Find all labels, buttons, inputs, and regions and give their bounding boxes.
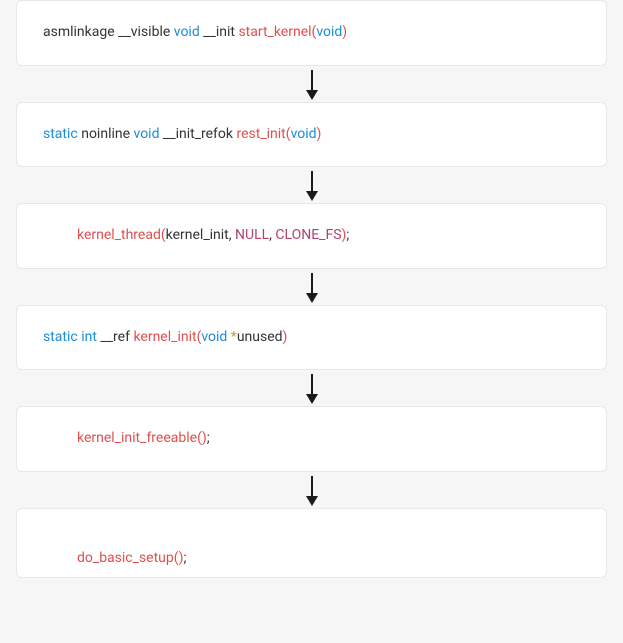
arrow-down-icon (303, 472, 321, 508)
code-token: void (291, 126, 317, 142)
code-token: void (201, 329, 230, 345)
code-box: static int __ref kernel_init(void *unuse… (16, 305, 607, 371)
code-box: asmlinkage __visible void __init start_k… (16, 0, 607, 66)
code-token: CLONE_FS (275, 227, 341, 243)
code-token: ) (317, 126, 322, 142)
code-token: rest_init (236, 126, 285, 142)
code-line: static noinline void __init_refok rest_i… (29, 125, 594, 145)
code-token: kernel_thread (77, 227, 161, 243)
code-line: asmlinkage __visible void __init start_k… (29, 23, 594, 43)
code-token: static (43, 329, 81, 345)
code-token: ; (346, 227, 349, 243)
code-line: kernel_init_freeable(); (29, 429, 594, 449)
code-token: kernel_init (166, 227, 229, 243)
code-token: static (43, 126, 81, 142)
code-token: NULL (235, 227, 269, 243)
code-line: do_basic_setup(); (29, 549, 594, 569)
code-box: kernel_init_freeable(); (16, 406, 607, 472)
arrow-down-icon (303, 167, 321, 203)
code-token: int (81, 329, 100, 345)
code-token: void (134, 126, 163, 142)
code-box: kernel_thread(kernel_init, NULL, CLONE_F… (16, 203, 607, 269)
arrow-down-icon (303, 66, 321, 102)
code-token: kernel_init (133, 329, 196, 345)
code-token: void (174, 24, 203, 40)
code-token: ; (207, 430, 210, 446)
code-token: __init (203, 24, 238, 40)
code-token: ) (283, 329, 288, 345)
arrow-down-icon (303, 269, 321, 305)
code-token: ; (183, 550, 186, 566)
code-token: ) (342, 24, 347, 40)
code-token: __visible (118, 24, 174, 40)
code-token: unused (237, 329, 283, 345)
code-token: kernel_init_freeable (77, 430, 197, 446)
code-token: asmlinkage (43, 24, 118, 40)
code-box: static noinline void __init_refok rest_i… (16, 102, 607, 168)
code-box: do_basic_setup(); (16, 508, 607, 578)
code-token: do_basic_setup (77, 550, 174, 566)
code-line: static int __ref kernel_init(void *unuse… (29, 328, 594, 348)
arrow-down-icon (303, 370, 321, 406)
code-token: start_kernel (238, 24, 311, 40)
code-token: void (316, 24, 342, 40)
code-token: noinline (81, 126, 133, 142)
code-token: __init_refok (163, 126, 237, 142)
code-token: __ref (100, 329, 133, 345)
code-line: kernel_thread(kernel_init, NULL, CLONE_F… (29, 226, 594, 246)
